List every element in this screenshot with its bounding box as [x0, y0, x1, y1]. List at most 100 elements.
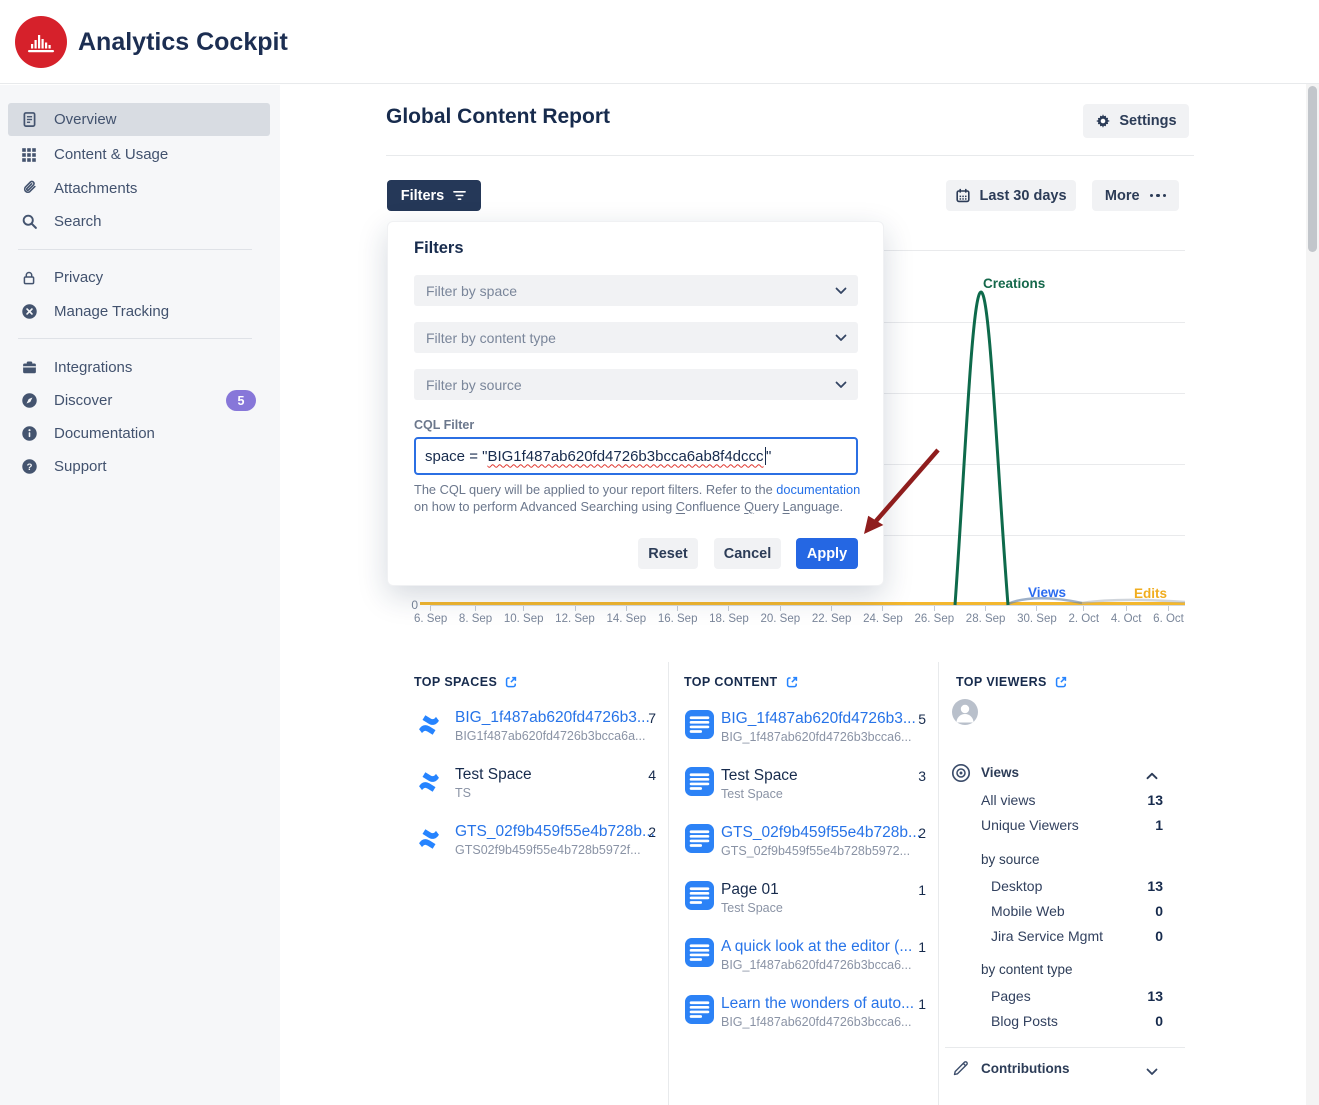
creations-series-label: Creations	[983, 276, 1045, 291]
confluence-space-icon	[416, 712, 442, 738]
stat-label: Unique Viewers	[981, 817, 1079, 833]
filters-popup-title: Filters	[414, 239, 464, 258]
viewer-avatar[interactable]	[952, 699, 978, 725]
page-icon	[685, 995, 714, 1029]
sidebar-item-documentation[interactable]: Documentation	[8, 417, 270, 450]
chevron-down-icon	[835, 287, 847, 295]
sidebar-item-label: Attachments	[54, 180, 137, 197]
app-header: Analytics Cockpit	[0, 0, 1319, 84]
external-link-icon[interactable]	[785, 675, 799, 689]
content-link[interactable]: Test Space	[721, 766, 798, 785]
sidebar-item-manage-tracking[interactable]: Manage Tracking	[8, 295, 270, 328]
more-button[interactable]: More	[1092, 180, 1179, 211]
filter-by-space-placeholder: Filter by space	[426, 283, 517, 299]
sidebar-item-support[interactable]: ? Support	[8, 450, 270, 483]
sidebar-item-privacy[interactable]: Privacy	[8, 261, 270, 294]
content-link[interactable]: A quick look at the editor (...	[721, 937, 912, 956]
x-axis-tick: 16. Sep	[658, 606, 698, 625]
filter-by-content-type-select[interactable]: Filter by content type	[414, 322, 858, 353]
stat-value: 13	[1100, 988, 1163, 1004]
stat-value: 0	[1100, 1013, 1163, 1029]
bar-chart-logo-icon	[26, 29, 56, 55]
edits-series-label: Edits	[1134, 586, 1167, 601]
content-link[interactable]: Page 01	[721, 880, 779, 899]
sidebar-item-overview[interactable]: Overview	[8, 103, 270, 136]
chevron-up-icon[interactable]	[1146, 767, 1158, 785]
space-link[interactable]: Test Space	[455, 765, 532, 784]
reset-button[interactable]: Reset	[638, 538, 698, 569]
apply-button[interactable]: Apply	[796, 538, 858, 569]
paperclip-icon	[20, 180, 38, 198]
external-link-icon[interactable]	[1054, 675, 1068, 689]
documentation-link[interactable]: documentation	[776, 482, 860, 497]
stat-value: 0	[1100, 928, 1163, 944]
person-icon	[952, 699, 978, 725]
pencil-icon	[952, 1059, 970, 1082]
x-axis-tick: 28. Sep	[966, 606, 1006, 625]
space-key: TS	[455, 785, 471, 802]
x-circle-icon	[20, 303, 38, 321]
date-range-button[interactable]: Last 30 days	[946, 180, 1076, 211]
sidebar-item-attachments[interactable]: Attachments	[8, 172, 270, 205]
helper-text-part: C	[676, 499, 685, 514]
page-icon	[685, 710, 714, 744]
sidebar-item-search[interactable]: Search	[8, 205, 270, 238]
confluence-space-icon	[416, 826, 442, 852]
settings-button[interactable]: Settings	[1083, 104, 1189, 138]
confluence-space-icon	[416, 769, 442, 795]
x-axis-tick: 10. Sep	[504, 606, 544, 625]
stat-value: 13	[1100, 792, 1163, 808]
cql-helper-text: The CQL query will be applied to your re…	[414, 482, 864, 515]
by-source-group-label: by source	[981, 852, 1040, 867]
x-axis-tick: 18. Sep	[709, 606, 749, 625]
chevron-down-icon	[835, 381, 847, 389]
views-section-title[interactable]: Views	[981, 765, 1019, 780]
section-divider	[945, 1047, 1185, 1048]
x-axis-tick: 12. Sep	[555, 606, 595, 625]
scrollbar-thumb[interactable]	[1308, 86, 1317, 252]
content-space: Test Space	[721, 786, 783, 803]
space-count: 2	[620, 824, 656, 840]
sidebar-divider	[18, 338, 252, 339]
stat-label: Desktop	[991, 878, 1042, 894]
analytics-cockpit-app: Analytics Cockpit Overview Content & Usa…	[0, 0, 1319, 1105]
header-divider	[386, 155, 1194, 156]
x-axis-tick: 20. Sep	[760, 606, 800, 625]
sidebar-divider	[18, 249, 252, 250]
filters-button[interactable]: Filters	[387, 180, 481, 211]
sidebar-item-discover[interactable]: Discover 5	[8, 384, 270, 417]
cancel-button[interactable]: Cancel	[714, 538, 781, 569]
sidebar-item-label: Search	[54, 213, 102, 230]
content-link[interactable]: Learn the wonders of auto...	[721, 994, 914, 1013]
content-link[interactable]: BIG_1f487ab620fd4726b3...	[721, 709, 916, 728]
helper-text-part: uery	[754, 499, 782, 514]
stat-label: Pages	[991, 988, 1031, 1004]
filter-by-source-select[interactable]: Filter by source	[414, 369, 858, 400]
space-count: 4	[620, 767, 656, 783]
discover-count-badge: 5	[226, 390, 256, 411]
document-icon	[20, 111, 38, 129]
filter-by-space-select[interactable]: Filter by space	[414, 275, 858, 306]
more-label: More	[1105, 188, 1140, 204]
x-axis-tick: 4. Oct	[1111, 606, 1142, 625]
filters-button-label: Filters	[401, 188, 445, 204]
sidebar-item-content-usage[interactable]: Content & Usage	[8, 138, 270, 171]
content-space: BIG_1f487ab620fd4726b3bcca6...	[721, 957, 911, 974]
creations-series-line	[955, 292, 1008, 605]
sidebar-item-integrations[interactable]: Integrations	[8, 351, 270, 384]
helper-text-part: anguage.	[790, 499, 843, 514]
content-count: 2	[890, 825, 926, 841]
contributions-section-title[interactable]: Contributions	[981, 1061, 1069, 1076]
views-series-label: Views	[1028, 585, 1066, 600]
space-key: BIG1f487ab620fd4726b3bcca6a...	[455, 728, 645, 745]
scrollbar-track[interactable]	[1306, 84, 1319, 1105]
filters-popup: Filters Filter by space Filter by conten…	[387, 221, 884, 586]
chevron-down-icon[interactable]	[1146, 1063, 1158, 1081]
ellipsis-icon	[1150, 194, 1167, 198]
helper-text-part: L	[783, 499, 790, 514]
sidebar-item-label: Privacy	[54, 269, 103, 286]
sidebar-item-label: Manage Tracking	[54, 303, 169, 320]
settings-label: Settings	[1119, 113, 1176, 129]
external-link-icon[interactable]	[504, 675, 518, 689]
cql-filter-input[interactable]: space = "BIG1f487ab620fd4726b3bcca6ab8f4…	[414, 437, 858, 475]
